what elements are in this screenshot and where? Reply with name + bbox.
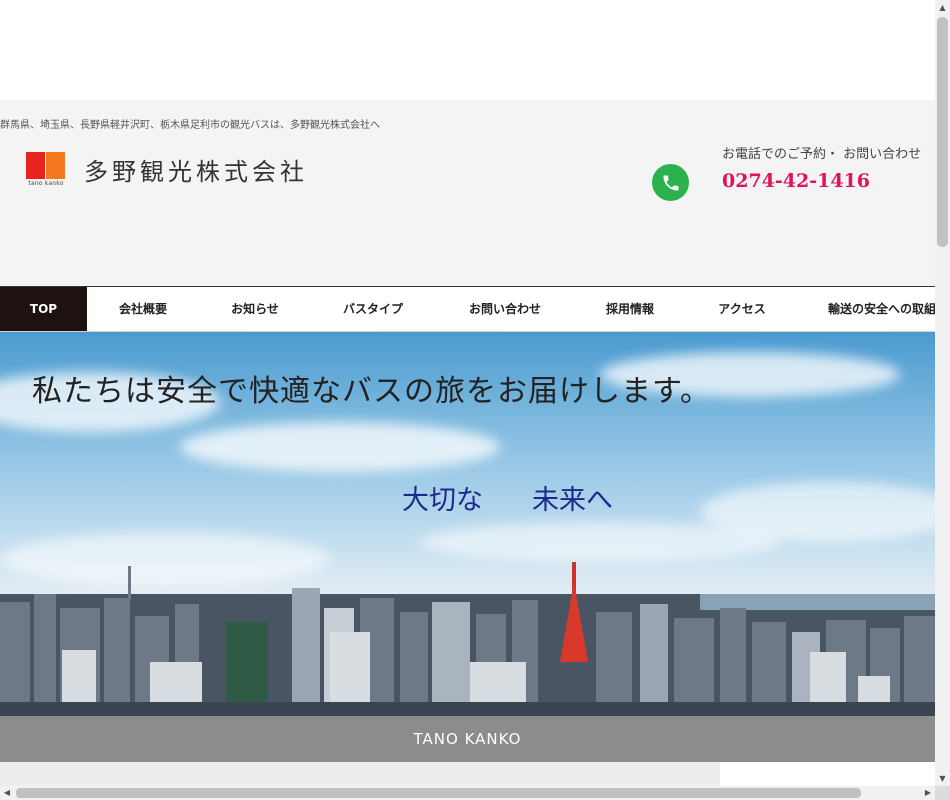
brand-band: TANO KANKO [0,716,935,762]
nav-item-top[interactable]: TOP [0,287,87,331]
logo-sub-text: tano kanko [28,180,64,187]
top-blank-area [0,0,935,100]
vertical-scrollbar[interactable]: ▲ ▼ [935,0,950,786]
logo-orange-square [46,152,65,179]
horizontal-scrollbar[interactable]: ◀ ▶ [0,786,935,800]
logo-red-square [26,152,45,179]
nav-item-contact[interactable]: お問い合わせ [455,287,555,331]
phone-icon[interactable] [652,164,689,201]
nav-item-recruit[interactable]: 採用情報 [587,287,673,331]
horizontal-scroll-thumb[interactable] [16,788,861,798]
nav-item-company[interactable]: 会社概要 [100,287,186,331]
nav-item-news[interactable]: お知らせ [212,287,298,331]
content-card [720,762,935,786]
company-name-logo[interactable]: 多野観光株式会社 [84,152,308,187]
below-content-area [0,762,935,786]
contact-phone-number[interactable]: 0274-42-1416 [722,170,870,192]
nav-item-bus-types[interactable]: バスタイプ [330,287,416,331]
main-navigation: TOP 会社概要 お知らせ バスタイプ お問い合わせ 採用情報 アクセス 輸送の… [0,286,935,332]
hero-phrase-future: 未来へ [532,485,613,516]
scroll-right-icon[interactable]: ▶ [921,786,935,800]
page-viewport: 群馬県、埼玉県、長野県軽井沢町、栃木県足利市の観光バスは、多野観光株式会社へ t… [0,0,935,786]
contact-label: お電話でのご予約・ お問い合わせ [722,147,922,162]
scroll-left-icon[interactable]: ◀ [0,786,14,800]
vertical-scroll-thumb[interactable] [937,17,948,247]
nav-item-safety[interactable]: 輸送の安全への取組 [828,287,935,331]
logo-mark[interactable]: tano kanko [26,152,66,188]
hero-slogan: 私たちは安全で快適なバスの旅をお届けします。 [32,374,711,409]
header-tagline: 群馬県、埼玉県、長野県軽井沢町、栃木県足利市の観光バスは、多野観光株式会社へ [0,120,380,131]
hero-banner: 私たちは安全で快適なバスの旅をお届けします。 大切な 未来へ [0,332,935,716]
nav-item-access[interactable]: アクセス [699,287,785,331]
site-header: 群馬県、埼玉県、長野県軽井沢町、栃木県足利市の観光バスは、多野観光株式会社へ t… [0,100,935,286]
scrollbar-corner [935,786,950,800]
hero-phrase-precious: 大切な [402,485,483,516]
scroll-up-icon[interactable]: ▲ [935,0,950,15]
scroll-down-icon[interactable]: ▼ [935,771,950,786]
